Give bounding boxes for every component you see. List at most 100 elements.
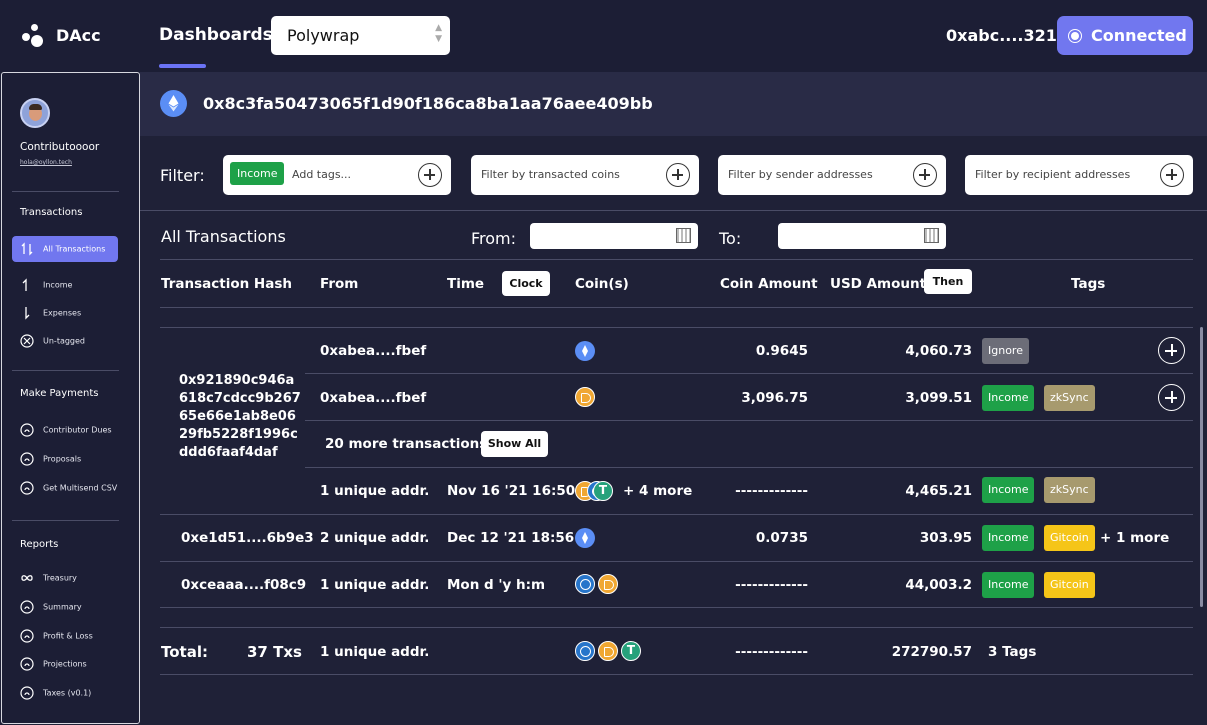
col-header-coin-amount: Coin Amount — [720, 276, 818, 292]
tag-income[interactable]: Income — [982, 572, 1035, 598]
connected-button[interactable]: Connected — [1057, 16, 1193, 55]
sidebar-item-taxes[interactable]: Taxes (v0.1) — [20, 686, 91, 700]
to-date-input[interactable] — [778, 223, 946, 249]
coins-filter-input[interactable]: Filter by transacted coins — [471, 155, 699, 195]
table-row-from: 1 unique addr. — [320, 577, 430, 593]
selected-tag-chip[interactable]: Income — [230, 162, 285, 185]
recipient-filter-input[interactable]: Filter by recipient addresses — [965, 155, 1193, 195]
divider — [305, 373, 1193, 374]
table-row-usd-amount: 303.95 — [919, 530, 972, 546]
gauge-icon — [20, 686, 34, 700]
sidebar-item-all-transactions[interactable]: All Transactions — [12, 236, 118, 262]
divider — [160, 674, 1193, 675]
table-row-time: Mon d 'y h:m — [447, 577, 546, 593]
calendar-icon[interactable] — [676, 228, 691, 243]
sender-placeholder: Filter by sender addresses — [728, 168, 873, 181]
group-transaction-hash[interactable]: 0x921890c946a618c7cdcc9b26765e66e1ab8e06… — [179, 372, 303, 462]
avatar[interactable] — [20, 98, 50, 128]
tag-income[interactable]: Income — [982, 477, 1035, 503]
table-row-hash[interactable]: 0xe1d51....6b9e3 — [181, 530, 314, 546]
add-tag-icon[interactable] — [1158, 337, 1185, 364]
active-tab-indicator — [159, 64, 206, 68]
user-email[interactable]: hola@oyllon.tech — [20, 159, 72, 166]
total-label: Total: — [161, 643, 208, 661]
table-row-coin-amount: 0.9645 — [755, 343, 808, 359]
tag-zksync[interactable]: zkSync — [1044, 385, 1095, 411]
sidebar-item-untagged[interactable]: Un-tagged — [20, 334, 85, 348]
show-all-button[interactable]: Show All — [481, 431, 548, 457]
time-format-toggle[interactable]: Clock — [502, 271, 550, 296]
total-from: 1 unique addr. — [320, 644, 430, 660]
select-arrows-icon: ▲ ▼ — [435, 23, 442, 44]
arrow-up-icon — [22, 278, 27, 291]
sidebar-item-proposals[interactable]: Proposals — [20, 452, 81, 466]
tags-placeholder: Add tags... — [292, 168, 352, 181]
gauge-icon — [20, 452, 34, 466]
divider — [160, 561, 1193, 562]
tag-income[interactable]: Income — [982, 385, 1035, 411]
tag-zksync[interactable]: zkSync — [1044, 477, 1095, 503]
tags-filter-input[interactable]: Income Add tags... — [223, 155, 451, 195]
dacc-logo-icon — [22, 24, 44, 48]
more-tags-text[interactable]: + 1 more — [1100, 530, 1169, 546]
sidebar-item-profit-loss[interactable]: Profit & Loss — [20, 629, 93, 643]
usdc-coin-icon — [575, 641, 595, 661]
tag-income[interactable]: Income — [982, 525, 1035, 551]
table-row-hash[interactable]: 0xceaaa....f08c9 — [181, 577, 306, 593]
more-transactions-text: 20 more transactions — [325, 436, 488, 452]
table-scrollbar[interactable] — [1200, 327, 1203, 607]
table-title: All Transactions — [161, 227, 286, 246]
from-date-input[interactable] — [530, 223, 698, 249]
sidebar-item-projections[interactable]: Projections — [20, 657, 87, 671]
swap-arrows-icon — [21, 242, 33, 256]
col-header-time: Time — [447, 276, 485, 292]
total-count: 37 Txs — [247, 643, 302, 661]
tag-gitcoin[interactable]: Gitcoin — [1044, 572, 1095, 598]
col-header-coins: Coin(s) — [575, 276, 629, 292]
ethereum-icon — [160, 90, 187, 117]
divider — [160, 307, 1193, 308]
more-coins-text: + 4 more — [623, 483, 693, 499]
add-tag-icon[interactable] — [418, 163, 442, 187]
sidebar-divider — [12, 370, 119, 371]
recipient-placeholder: Filter by recipient addresses — [975, 168, 1131, 181]
table-row-from: 1 unique addr. — [320, 483, 430, 499]
sidebar-item-contributor-dues[interactable]: Contributor Dues — [20, 423, 112, 437]
sidebar-item-expenses[interactable]: Expenses — [20, 306, 81, 320]
usd-value-toggle[interactable]: Then — [924, 269, 972, 294]
sidebar-item-summary[interactable]: Summary — [20, 600, 82, 614]
usdc-coin-icon — [575, 574, 595, 594]
calendar-icon[interactable] — [924, 228, 939, 243]
table-row-coin-amount: ------------- — [735, 577, 808, 593]
table-row-from: 2 unique addr. — [320, 530, 430, 546]
sidebar-item-income[interactable]: Income — [20, 278, 72, 292]
dai-coin-icon — [598, 641, 618, 661]
sidebar-item-treasury[interactable]: Treasury — [20, 571, 77, 585]
brand-name: DAcc — [56, 26, 101, 45]
divider — [305, 467, 1193, 468]
add-tag-icon[interactable] — [1158, 384, 1185, 411]
eth-coin-icon — [575, 528, 595, 548]
add-coin-icon[interactable] — [666, 163, 690, 187]
table-row-from[interactable]: 0xabea....fbef — [320, 390, 426, 406]
dashboards-label: Dashboards: — [159, 25, 280, 45]
sidebar-item-multisend-csv[interactable]: Get Multisend CSV — [20, 481, 117, 495]
total-tags: 3 Tags — [988, 644, 1037, 660]
divider — [160, 327, 1193, 328]
arrow-down-icon — [25, 307, 30, 320]
tag-ignore[interactable]: Ignore — [982, 338, 1029, 364]
sender-filter-input[interactable]: Filter by sender addresses — [718, 155, 946, 195]
top-bar: DAcc Dashboards: Polywrap ▲ ▼ 0xabc....32… — [0, 0, 1207, 72]
eth-coin-icon — [575, 341, 595, 361]
tag-gitcoin[interactable]: Gitcoin — [1044, 525, 1095, 551]
table-row-usd-amount: 3,099.51 — [905, 390, 972, 406]
status-dot-icon — [1071, 32, 1079, 40]
add-recipient-icon[interactable] — [1160, 163, 1184, 187]
infinity-icon — [21, 575, 33, 581]
address-bar: 0x8c3fa50473065f1d90f186ca8ba1aa76aee409… — [140, 72, 1207, 136]
user-name: Contributoooor — [20, 141, 100, 153]
table-row-from[interactable]: 0xabea....fbef — [320, 343, 426, 359]
add-sender-icon[interactable] — [913, 163, 937, 187]
dashboard-select[interactable]: Polywrap ▲ ▼ — [271, 16, 450, 55]
treasury-address: 0x8c3fa50473065f1d90f186ca8ba1aa76aee409… — [203, 94, 653, 113]
